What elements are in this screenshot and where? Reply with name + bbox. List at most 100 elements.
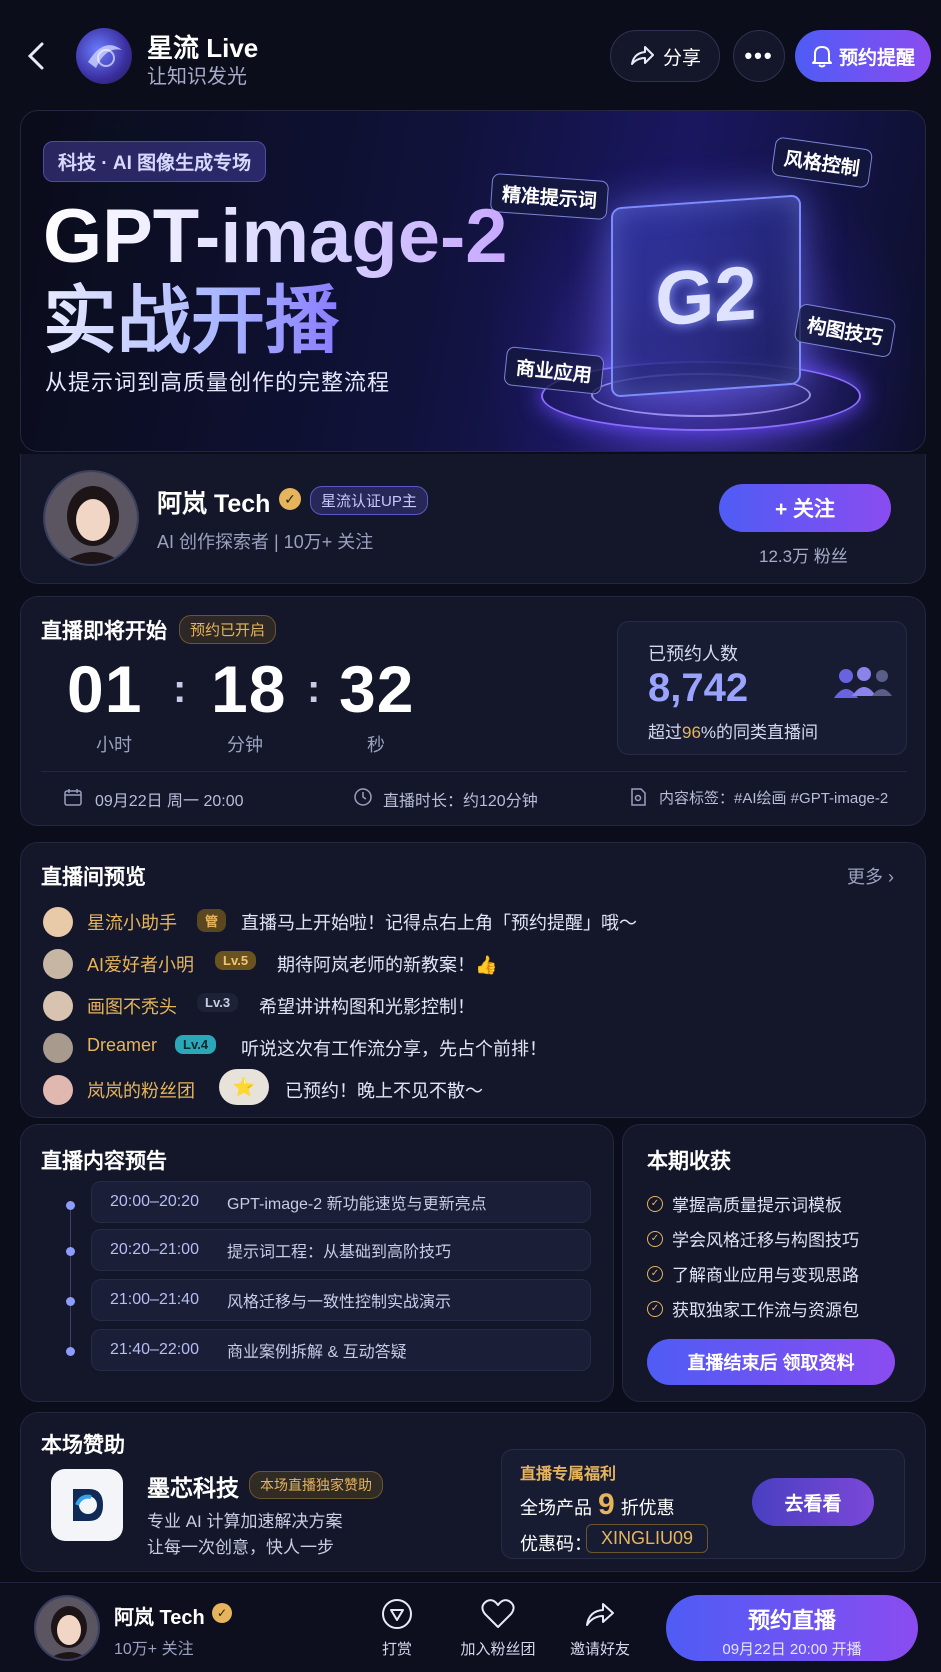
verified-icon: ✓ (212, 1603, 232, 1623)
gains-item-label: 学会风格迁移与构图技巧 (672, 1231, 859, 1250)
sponsor-title: 本场赞助 (41, 1434, 125, 1457)
reserved-box: 已预约人数 8,742 超过96%的同类直播间 (617, 621, 907, 755)
share-icon (630, 46, 654, 65)
reserved-note-pct: 96 (682, 723, 701, 742)
timeline-dot (66, 1247, 75, 1256)
agenda-card: 直播内容预告 20:00–20:20 GPT-image-2 新功能速览与更新亮… (20, 1124, 614, 1402)
gains-title: 本期收获 (647, 1150, 731, 1173)
countdown-seconds-label: 秒 (367, 735, 385, 755)
chat-avatar (43, 907, 73, 937)
gains-item-label: 了解商业应用与变现思路 (672, 1266, 859, 1285)
reserved-note-pre: 超过 (648, 723, 682, 742)
agenda-time: 20:20–21:00 (110, 1241, 199, 1258)
sponsor-logo (51, 1469, 123, 1541)
live-duration: 直播时长：约120分钟 (383, 793, 538, 810)
go-see-button[interactable]: 去看看 (752, 1478, 874, 1526)
perk-title: 直播专属福利 (520, 1466, 617, 1483)
reserve-live-sub: 09月22日 20:00 开播 (722, 1641, 862, 1658)
bottom-host-followers: 10万+ 关注 (114, 1641, 194, 1658)
timeline-dot (66, 1347, 75, 1356)
timeline-line (70, 1205, 71, 1355)
hero-banner: G2 精准提示词 风格控制 构图技巧 商业应用 科技 · AI 图像生成专场 G… (20, 110, 926, 452)
agenda-title: 直播内容预告 (41, 1150, 167, 1173)
heart-icon (481, 1599, 515, 1628)
remind-button[interactable]: 预约提醒 (795, 30, 931, 82)
coupon-code[interactable]: XINGLIU09 (586, 1524, 709, 1553)
clock-icon (354, 788, 372, 806)
brand-slogan: 让知识发光 (147, 66, 247, 88)
follow-button[interactable]: + 关注 (719, 484, 891, 532)
sponsor-name: 墨芯科技 (147, 1475, 239, 1501)
preview-more-link[interactable]: 更多 › (847, 863, 894, 889)
sponsor-line2: 让每一次创意，快人一步 (147, 1538, 334, 1557)
perk-post: 折优惠 (620, 1498, 675, 1518)
countdown-separator: : (173, 667, 187, 711)
countdown-title: 直播即将开始 (41, 620, 167, 643)
agenda-topic: GPT-image-2 新功能速览与更新亮点 (227, 1196, 487, 1213)
brand-logo (76, 28, 132, 84)
agenda-time: 21:40–22:00 (110, 1341, 199, 1358)
bottom-bar: 阿岚 Tech ✓ 10万+ 关注 打赏 加入粉丝团 邀请好友 预约直播 09月… (0, 1582, 941, 1672)
host-avatar[interactable] (43, 470, 139, 566)
fanclub-button[interactable]: 加入粉丝团 (456, 1597, 540, 1659)
host-fans: 12.3万 粉丝 (759, 547, 848, 566)
more-button[interactable]: ••• (733, 30, 785, 82)
back-icon[interactable] (22, 38, 52, 74)
host-card: 阿岚 Tech ✓ 星流认证UP主 AI 创作探索者 | 10万+ 关注 + 关… (20, 454, 926, 584)
fanclub-label: 加入粉丝团 (460, 1641, 536, 1658)
perk-offer: 全场产品 9 折优惠 (520, 1488, 675, 1522)
timeline-dot (66, 1297, 75, 1306)
chat-username: 岚岚的粉丝团 (87, 1081, 195, 1101)
countdown-hours: 01 (67, 652, 143, 726)
tip-button[interactable]: 打赏 (372, 1597, 422, 1659)
hero-cube-text: G2 (655, 249, 757, 343)
reserve-live-button[interactable]: 预约直播 09月22日 20:00 开播 (666, 1595, 918, 1661)
check-icon: ✓ (647, 1230, 663, 1247)
share-icon (586, 1603, 614, 1626)
countdown-card: 直播即将开始 预约已开启 01 : 18 : 32 小时 分钟 秒 已预约人数 … (20, 596, 926, 826)
live-tags: 内容标签：#AI绘画 #GPT-image-2 (659, 790, 889, 807)
chat-username: Dreamer (87, 1035, 158, 1055)
invite-button[interactable]: 邀请好友 (566, 1597, 634, 1659)
countdown-seconds: 32 (339, 652, 415, 726)
sponsor-card: 本场赞助 墨芯科技 本场直播独家赞助 专业 AI 计算加速解决方案 让每一次创意… (20, 1412, 926, 1572)
tag-icon (631, 788, 646, 806)
tip-icon (382, 1599, 412, 1629)
share-button[interactable]: 分享 (610, 30, 720, 82)
agenda-topic: 提示词工程：从基础到高阶技巧 (227, 1244, 452, 1261)
host-desc: AI 创作探索者 | 10万+ 关注 (157, 532, 374, 552)
calendar-icon (64, 789, 82, 806)
invite-label: 邀请好友 (569, 1641, 630, 1658)
chat-text: 已预约！晚上不见不散～ (285, 1081, 483, 1101)
hero-label-prompt: 精准提示词 (489, 172, 610, 221)
chat-badge: Lv.3 (197, 993, 239, 1012)
preview-title: 直播间预览 (41, 866, 146, 889)
bottom-host-avatar[interactable] (34, 1595, 100, 1661)
countdown-divider (41, 771, 907, 772)
agenda-item: 20:20–21:00 提示词工程：从基础到高阶技巧 (91, 1229, 591, 1271)
gains-item-label: 掌握高质量提示词模板 (672, 1196, 842, 1215)
chevron-right-icon: › (888, 867, 895, 887)
chat-avatar (43, 1033, 73, 1063)
agenda-topic: 商业案例拆解 & 互动答疑 (227, 1344, 407, 1361)
claim-materials-button[interactable]: 直播结束后 领取资料 (647, 1339, 895, 1385)
check-icon: ✓ (647, 1300, 663, 1317)
agenda-time: 20:00–20:20 (110, 1193, 199, 1210)
sponsor-badge: 本场直播独家赞助 (249, 1471, 383, 1499)
perk-box: 直播专属福利 全场产品 9 折优惠 优惠码： XINGLIU09 去看看 (501, 1449, 905, 1559)
countdown-separator: : (307, 667, 321, 711)
share-label: 分享 (662, 47, 701, 69)
countdown-status-badge: 预约已开启 (179, 615, 277, 644)
fan-star-badge: ⭐ (219, 1069, 269, 1105)
live-date: 09月22日 周一 20:00 (95, 793, 244, 810)
agenda-topic: 风格迁移与一致性控制实战演示 (227, 1294, 452, 1311)
sponsor-line1: 专业 AI 计算加速解决方案 (147, 1512, 343, 1531)
host-name: 阿岚 Tech (157, 490, 271, 518)
reserved-count: 8,742 (648, 666, 749, 710)
countdown-hours-label: 小时 (96, 735, 132, 755)
chat-username: AI爱好者小明 (87, 955, 195, 975)
chat-text: 希望讲讲构图和光影控制！ (259, 997, 475, 1017)
agenda-item: 21:00–21:40 风格迁移与一致性控制实战演示 (91, 1279, 591, 1321)
timeline-dot (66, 1201, 75, 1210)
countdown-minutes-label: 分钟 (227, 735, 263, 755)
